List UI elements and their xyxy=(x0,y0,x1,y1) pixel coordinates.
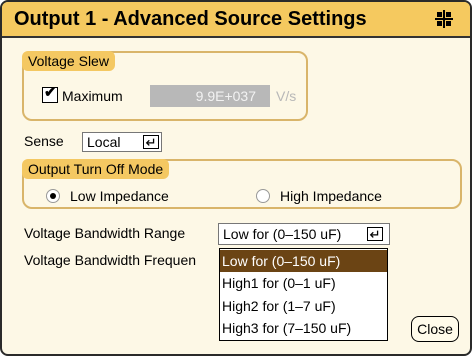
sense-select[interactable]: Local xyxy=(82,132,162,152)
enter-icon xyxy=(367,227,383,241)
voltage-slew-legend: Voltage Slew xyxy=(22,51,115,71)
close-button[interactable]: Close xyxy=(411,316,459,342)
dropdown-option-low[interactable]: Low for (0–150 uF) xyxy=(220,250,387,272)
voltage-slew-group: Voltage Slew ✔ Maximum 9.9E+037 V/s xyxy=(22,51,308,121)
title-bar[interactable]: Output 1 - Advanced Source Settings xyxy=(2,2,470,38)
enter-icon xyxy=(143,135,159,149)
maximum-checkbox[interactable]: ✔ xyxy=(42,84,58,103)
radio-selected-dot xyxy=(50,193,56,199)
bandwidth-range-dropdown: Low for (0–150 uF) High1 for (0–1 uF) Hi… xyxy=(219,248,388,341)
dialog-window: Output 1 - Advanced Source Settings Volt… xyxy=(0,0,472,356)
high-impedance-radio[interactable] xyxy=(256,189,270,203)
bandwidth-range-label: Voltage Bandwidth Range xyxy=(24,225,186,241)
high-impedance-label: High Impedance xyxy=(280,188,382,204)
low-impedance-label: Low Impedance xyxy=(70,188,169,204)
bandwidth-range-select[interactable]: Low for (0–150 uF) xyxy=(218,223,390,245)
slew-rate-value: 9.9E+037 xyxy=(195,88,256,104)
slew-rate-unit: V/s xyxy=(276,88,297,104)
sense-value: Local xyxy=(87,134,121,150)
output-turn-off-mode-group: Output Turn Off Mode Low Impedance High … xyxy=(22,159,462,209)
low-impedance-radio[interactable] xyxy=(46,189,60,203)
dialog-title: Output 1 - Advanced Source Settings xyxy=(14,8,367,30)
dropdown-option-high1[interactable]: High1 for (0–1 uF) xyxy=(220,272,387,294)
dropdown-option-high2[interactable]: High2 for (1–7 uF) xyxy=(220,295,387,317)
move-icon[interactable] xyxy=(435,10,453,28)
checkmark-icon: ✔ xyxy=(44,84,57,101)
turn-off-mode-legend: Output Turn Off Mode xyxy=(22,159,170,179)
maximum-label: Maximum xyxy=(62,88,123,104)
sense-label: Sense xyxy=(24,133,64,149)
slew-rate-input: 9.9E+037 xyxy=(150,85,270,107)
bandwidth-frequency-label: Voltage Bandwidth Frequen xyxy=(24,252,197,268)
dropdown-option-high3[interactable]: High3 for (7–150 uF) xyxy=(220,317,387,339)
bandwidth-range-value: Low for (0–150 uF) xyxy=(223,226,342,242)
